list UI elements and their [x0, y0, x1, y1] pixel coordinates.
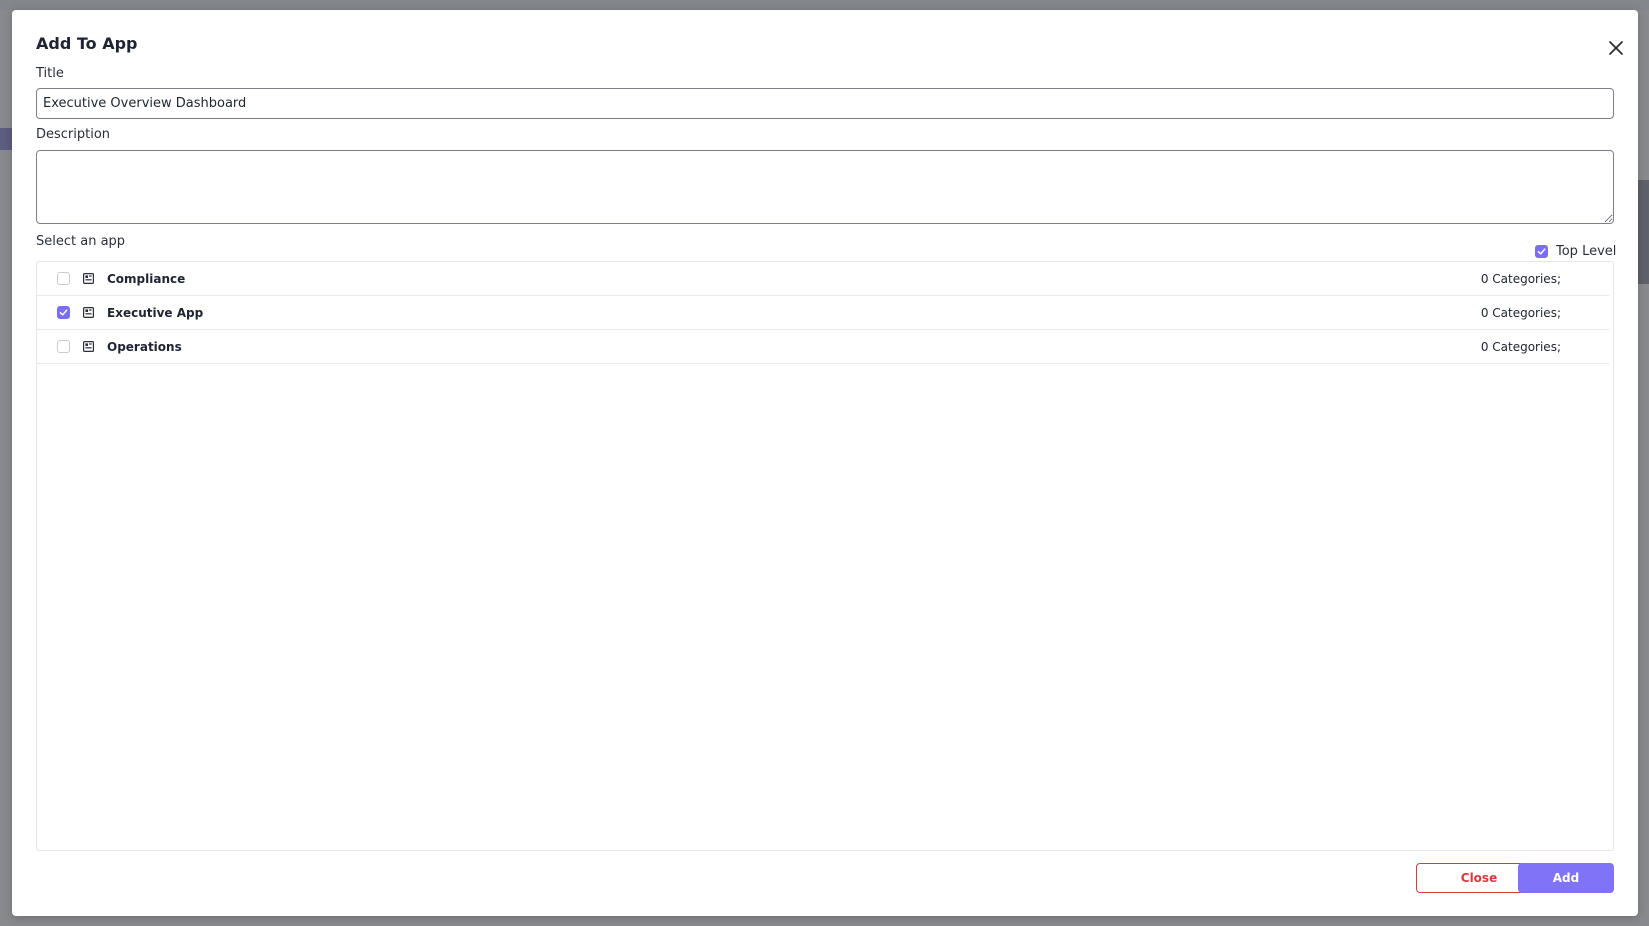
app-name: Compliance — [107, 271, 186, 286]
app-list: Compliance 0 Categories; Executive App 0… — [36, 261, 1614, 851]
app-categories: 0 Categories; — [1480, 305, 1561, 320]
check-icon — [1537, 248, 1546, 255]
app-row-operations[interactable]: Operations 0 Categories; — [37, 330, 1609, 364]
top-level-label: Top Level — [1556, 244, 1617, 259]
top-level-checkbox[interactable] — [1535, 245, 1548, 258]
add-button[interactable]: Add — [1518, 863, 1614, 893]
add-to-app-dialog: Add To App Title Description Select an a… — [12, 10, 1638, 916]
top-level-toggle[interactable]: Top Level — [1535, 244, 1616, 259]
close-dialog-button[interactable] — [1604, 36, 1628, 60]
app-grid-icon — [83, 273, 94, 284]
check-icon — [59, 309, 68, 316]
app-grid-icon — [83, 307, 94, 318]
background-scrollbar — [1638, 180, 1649, 284]
app-categories: 0 Categories; — [1480, 339, 1561, 354]
app-checkbox[interactable] — [57, 306, 70, 319]
app-name: Operations — [107, 339, 182, 354]
app-checkbox[interactable] — [57, 340, 70, 353]
select-app-label: Select an app — [36, 234, 126, 249]
app-checkbox[interactable] — [57, 272, 70, 285]
dialog-title: Add To App — [36, 34, 138, 53]
app-row-compliance[interactable]: Compliance 0 Categories; — [37, 262, 1609, 296]
app-grid-icon — [83, 341, 94, 352]
title-input[interactable] — [36, 88, 1614, 119]
title-label: Title — [36, 66, 64, 81]
description-label: Description — [36, 127, 111, 142]
description-input[interactable] — [36, 150, 1614, 224]
app-name: Executive App — [107, 305, 204, 320]
app-categories: 0 Categories; — [1480, 271, 1561, 286]
close-icon — [1609, 41, 1623, 55]
app-row-executive-app[interactable]: Executive App 0 Categories; — [37, 296, 1609, 330]
